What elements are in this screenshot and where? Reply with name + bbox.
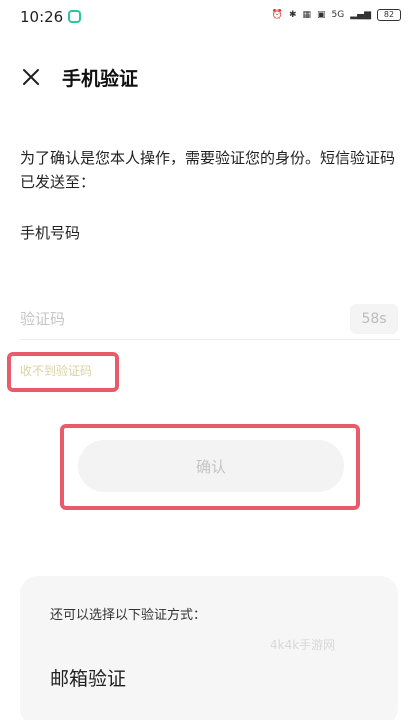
alarm-icon: ⏰ xyxy=(271,10,283,20)
verification-code-input[interactable] xyxy=(20,304,320,334)
alternative-methods-title: 还可以选择以下验证方式： xyxy=(50,608,207,623)
phone-number-label: 手机号码 xyxy=(20,224,81,242)
signal-icon: ▂▄▆ xyxy=(350,10,371,20)
confirm-button[interactable]: 确认 xyxy=(78,440,344,492)
network-type: 5G xyxy=(331,10,345,20)
email-verification-option[interactable]: 邮箱验证 xyxy=(50,664,126,691)
bluetooth-icon: ✱ xyxy=(288,10,297,20)
resend-code-link[interactable]: 收不到验证码 xyxy=(20,362,92,379)
status-bar: 10:26 ⏰ ✱ ▦ ▣ 5G ▂▄▆ 82 xyxy=(0,0,417,34)
close-button[interactable] xyxy=(16,62,46,92)
close-icon xyxy=(23,69,39,85)
header: 手机验证 xyxy=(0,58,417,98)
network-speed-icon: ▦ xyxy=(302,10,312,20)
battery-icon: 82 xyxy=(377,9,401,21)
code-row: 58s xyxy=(20,300,400,340)
resend-countdown: 58s xyxy=(350,304,398,334)
status-icons: ⏰ ✱ ▦ ▣ 5G ▂▄▆ 82 xyxy=(272,9,401,21)
hd-icon: ▣ xyxy=(317,10,326,20)
watermark: 4k4k手游网 xyxy=(270,638,336,652)
verification-description: 为了确认是您本人操作，需要验证您的身份。短信验证码已发送至： xyxy=(20,149,396,191)
status-time: 10:26 xyxy=(20,8,64,26)
page-title: 手机验证 xyxy=(62,68,139,90)
app-notification-icon xyxy=(68,10,81,23)
alternative-methods-card: 还可以选择以下验证方式： 4k4k手游网 邮箱验证 xyxy=(20,576,398,720)
